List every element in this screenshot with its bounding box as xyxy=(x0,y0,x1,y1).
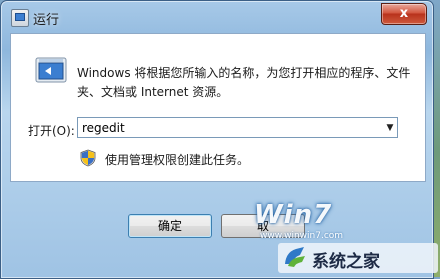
ok-button[interactable]: 确定 xyxy=(128,214,212,238)
run-icon xyxy=(35,57,67,83)
open-combobox-input[interactable] xyxy=(77,117,398,138)
dialog-content: Windows 将根据您所输入的名称，为您打开相应的程序、文件夹、文档或 Int… xyxy=(10,33,426,182)
close-button[interactable]: x xyxy=(381,3,427,25)
chevron-down-icon[interactable]: ▼ xyxy=(384,120,396,136)
close-icon: x xyxy=(399,6,409,21)
window-title: 运行 xyxy=(33,13,60,28)
admin-privilege-text: 使用管理权限创建此任务。 xyxy=(105,153,250,167)
open-label: 打开(O): xyxy=(28,124,75,138)
shield-icon xyxy=(80,149,96,167)
title-bar[interactable]: 运行 x xyxy=(1,1,433,33)
button-bar: 确定 取 xyxy=(10,181,424,278)
description-text: Windows 将根据您所输入的名称，为您打开相应的程序、文件夹、文档或 Int… xyxy=(77,66,411,99)
run-dialog-window: 运行 x Windows 将根据您所输入的名称，为您打开相应的程序、文件夹、文档… xyxy=(0,0,434,279)
cancel-button[interactable]: 取 xyxy=(221,214,305,238)
run-app-icon xyxy=(11,9,29,27)
